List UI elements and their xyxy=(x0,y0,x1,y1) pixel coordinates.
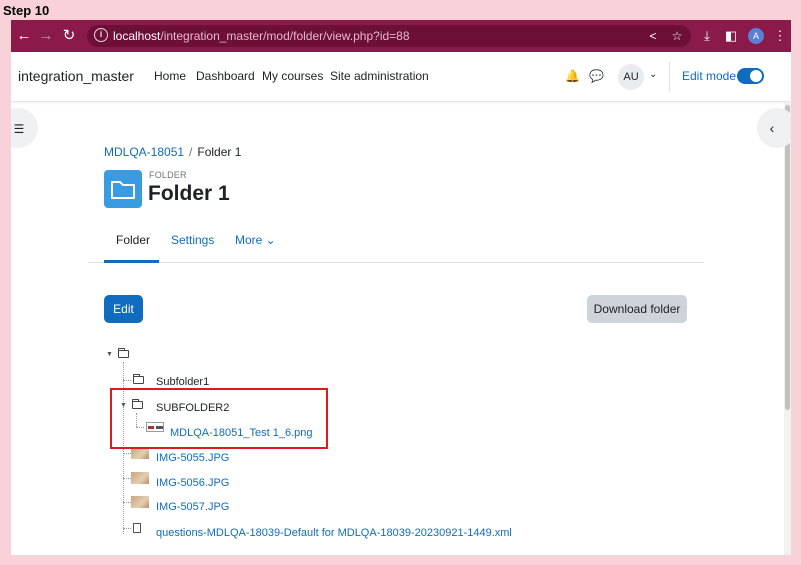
chevron-down-icon[interactable]: ⌄ xyxy=(649,69,657,80)
download-folder-button[interactable]: Download folder xyxy=(587,295,687,323)
xml-file-icon[interactable] xyxy=(133,523,141,533)
breadcrumb: MDLQA-18051 / Folder 1 xyxy=(104,145,241,159)
scrollbar-thumb[interactable] xyxy=(785,105,790,410)
file-link-img-5056[interactable]: IMG-5056.JPG xyxy=(156,477,229,489)
browser-toolbar: ← → ↻ i localhost/integration_master/mod… xyxy=(11,20,791,52)
forward-arrow-icon[interactable]: → xyxy=(37,27,55,45)
tab-folder[interactable]: Folder xyxy=(116,233,150,247)
edit-button[interactable]: Edit xyxy=(104,295,143,323)
tree-connector xyxy=(123,478,131,479)
bookmark-star-icon[interactable]: ☆ xyxy=(669,28,685,44)
nav-dashboard[interactable]: Dashboard xyxy=(196,69,255,83)
messages-chat-icon[interactable]: 💬 xyxy=(589,69,604,83)
folder-activity-icon xyxy=(104,170,142,208)
navbar-divider xyxy=(669,62,670,92)
active-tab-indicator xyxy=(104,260,159,263)
url-text[interactable]: localhost/integration_master/mod/folder/… xyxy=(113,29,410,43)
notifications-bell-icon[interactable]: 🔔 xyxy=(565,69,580,83)
nav-home[interactable]: Home xyxy=(154,69,186,83)
secondary-navigation: Folder Settings More ⌄ xyxy=(88,225,704,263)
toggle-knob xyxy=(750,70,762,82)
share-icon[interactable]: < xyxy=(645,28,661,44)
user-avatar[interactable]: AU xyxy=(618,64,644,90)
page-title: Folder 1 xyxy=(148,182,230,205)
step-label: Step 10 xyxy=(3,3,50,18)
site-info-icon[interactable]: i xyxy=(94,28,108,42)
profile-avatar[interactable]: A xyxy=(748,28,764,44)
image-thumbnail-icon[interactable] xyxy=(131,496,149,508)
tab-more[interactable]: More ⌄ xyxy=(235,233,276,247)
tree-connector xyxy=(123,380,131,381)
url-path: /integration_master/mod/folder/view.php?… xyxy=(160,29,410,43)
tree-connector xyxy=(123,453,131,454)
page-scrollbar[interactable] xyxy=(784,102,791,555)
image-thumbnail-icon[interactable] xyxy=(131,472,149,484)
back-arrow-icon[interactable]: ← xyxy=(15,27,33,45)
tree-connector xyxy=(123,502,131,503)
browser-window: ← → ↻ i localhost/integration_master/mod… xyxy=(11,20,791,555)
nav-site-administration[interactable]: Site administration xyxy=(330,69,429,83)
activity-type-label: FOLDER xyxy=(149,170,187,180)
nav-my-courses[interactable]: My courses xyxy=(262,69,323,83)
moodle-navbar: integration_master Home Dashboard My cou… xyxy=(11,52,791,102)
breadcrumb-current: Folder 1 xyxy=(197,145,242,159)
side-panel-icon[interactable]: ◧ xyxy=(722,27,740,45)
tab-settings[interactable]: Settings xyxy=(171,233,214,247)
root-folder-icon[interactable] xyxy=(118,348,129,358)
url-host: localhost xyxy=(113,29,161,43)
subfolder1-folder-icon[interactable] xyxy=(133,374,144,384)
address-bar[interactable]: i localhost/integration_master/mod/folde… xyxy=(87,25,691,47)
chevron-left-icon[interactable]: ‹ xyxy=(765,120,779,136)
subfolder1-label[interactable]: Subfolder1 xyxy=(156,376,209,388)
file-link-img-5057[interactable]: IMG-5057.JPG xyxy=(156,501,229,513)
file-link-questions-xml[interactable]: questions-MDLQA-18039-Default for MDLQA-… xyxy=(156,527,512,539)
breadcrumb-course-link[interactable]: MDLQA-18051 xyxy=(104,145,184,159)
highlight-annotation-box xyxy=(110,388,328,449)
site-name[interactable]: integration_master xyxy=(18,68,134,84)
download-icon[interactable]: ⤓ xyxy=(698,27,716,45)
tree-connector xyxy=(123,528,131,529)
edit-mode-toggle[interactable] xyxy=(737,68,764,84)
browser-menu-icon[interactable]: ⋮ xyxy=(771,27,789,45)
breadcrumb-separator: / xyxy=(189,145,193,159)
list-icon[interactable]: ☰ xyxy=(12,122,26,136)
tree-root-toggle-icon[interactable]: ▼ xyxy=(106,351,113,358)
edit-mode-label: Edit mode xyxy=(682,69,737,83)
reload-icon[interactable]: ↻ xyxy=(60,27,78,45)
file-link-img-5055[interactable]: IMG-5055.JPG xyxy=(156,452,229,464)
